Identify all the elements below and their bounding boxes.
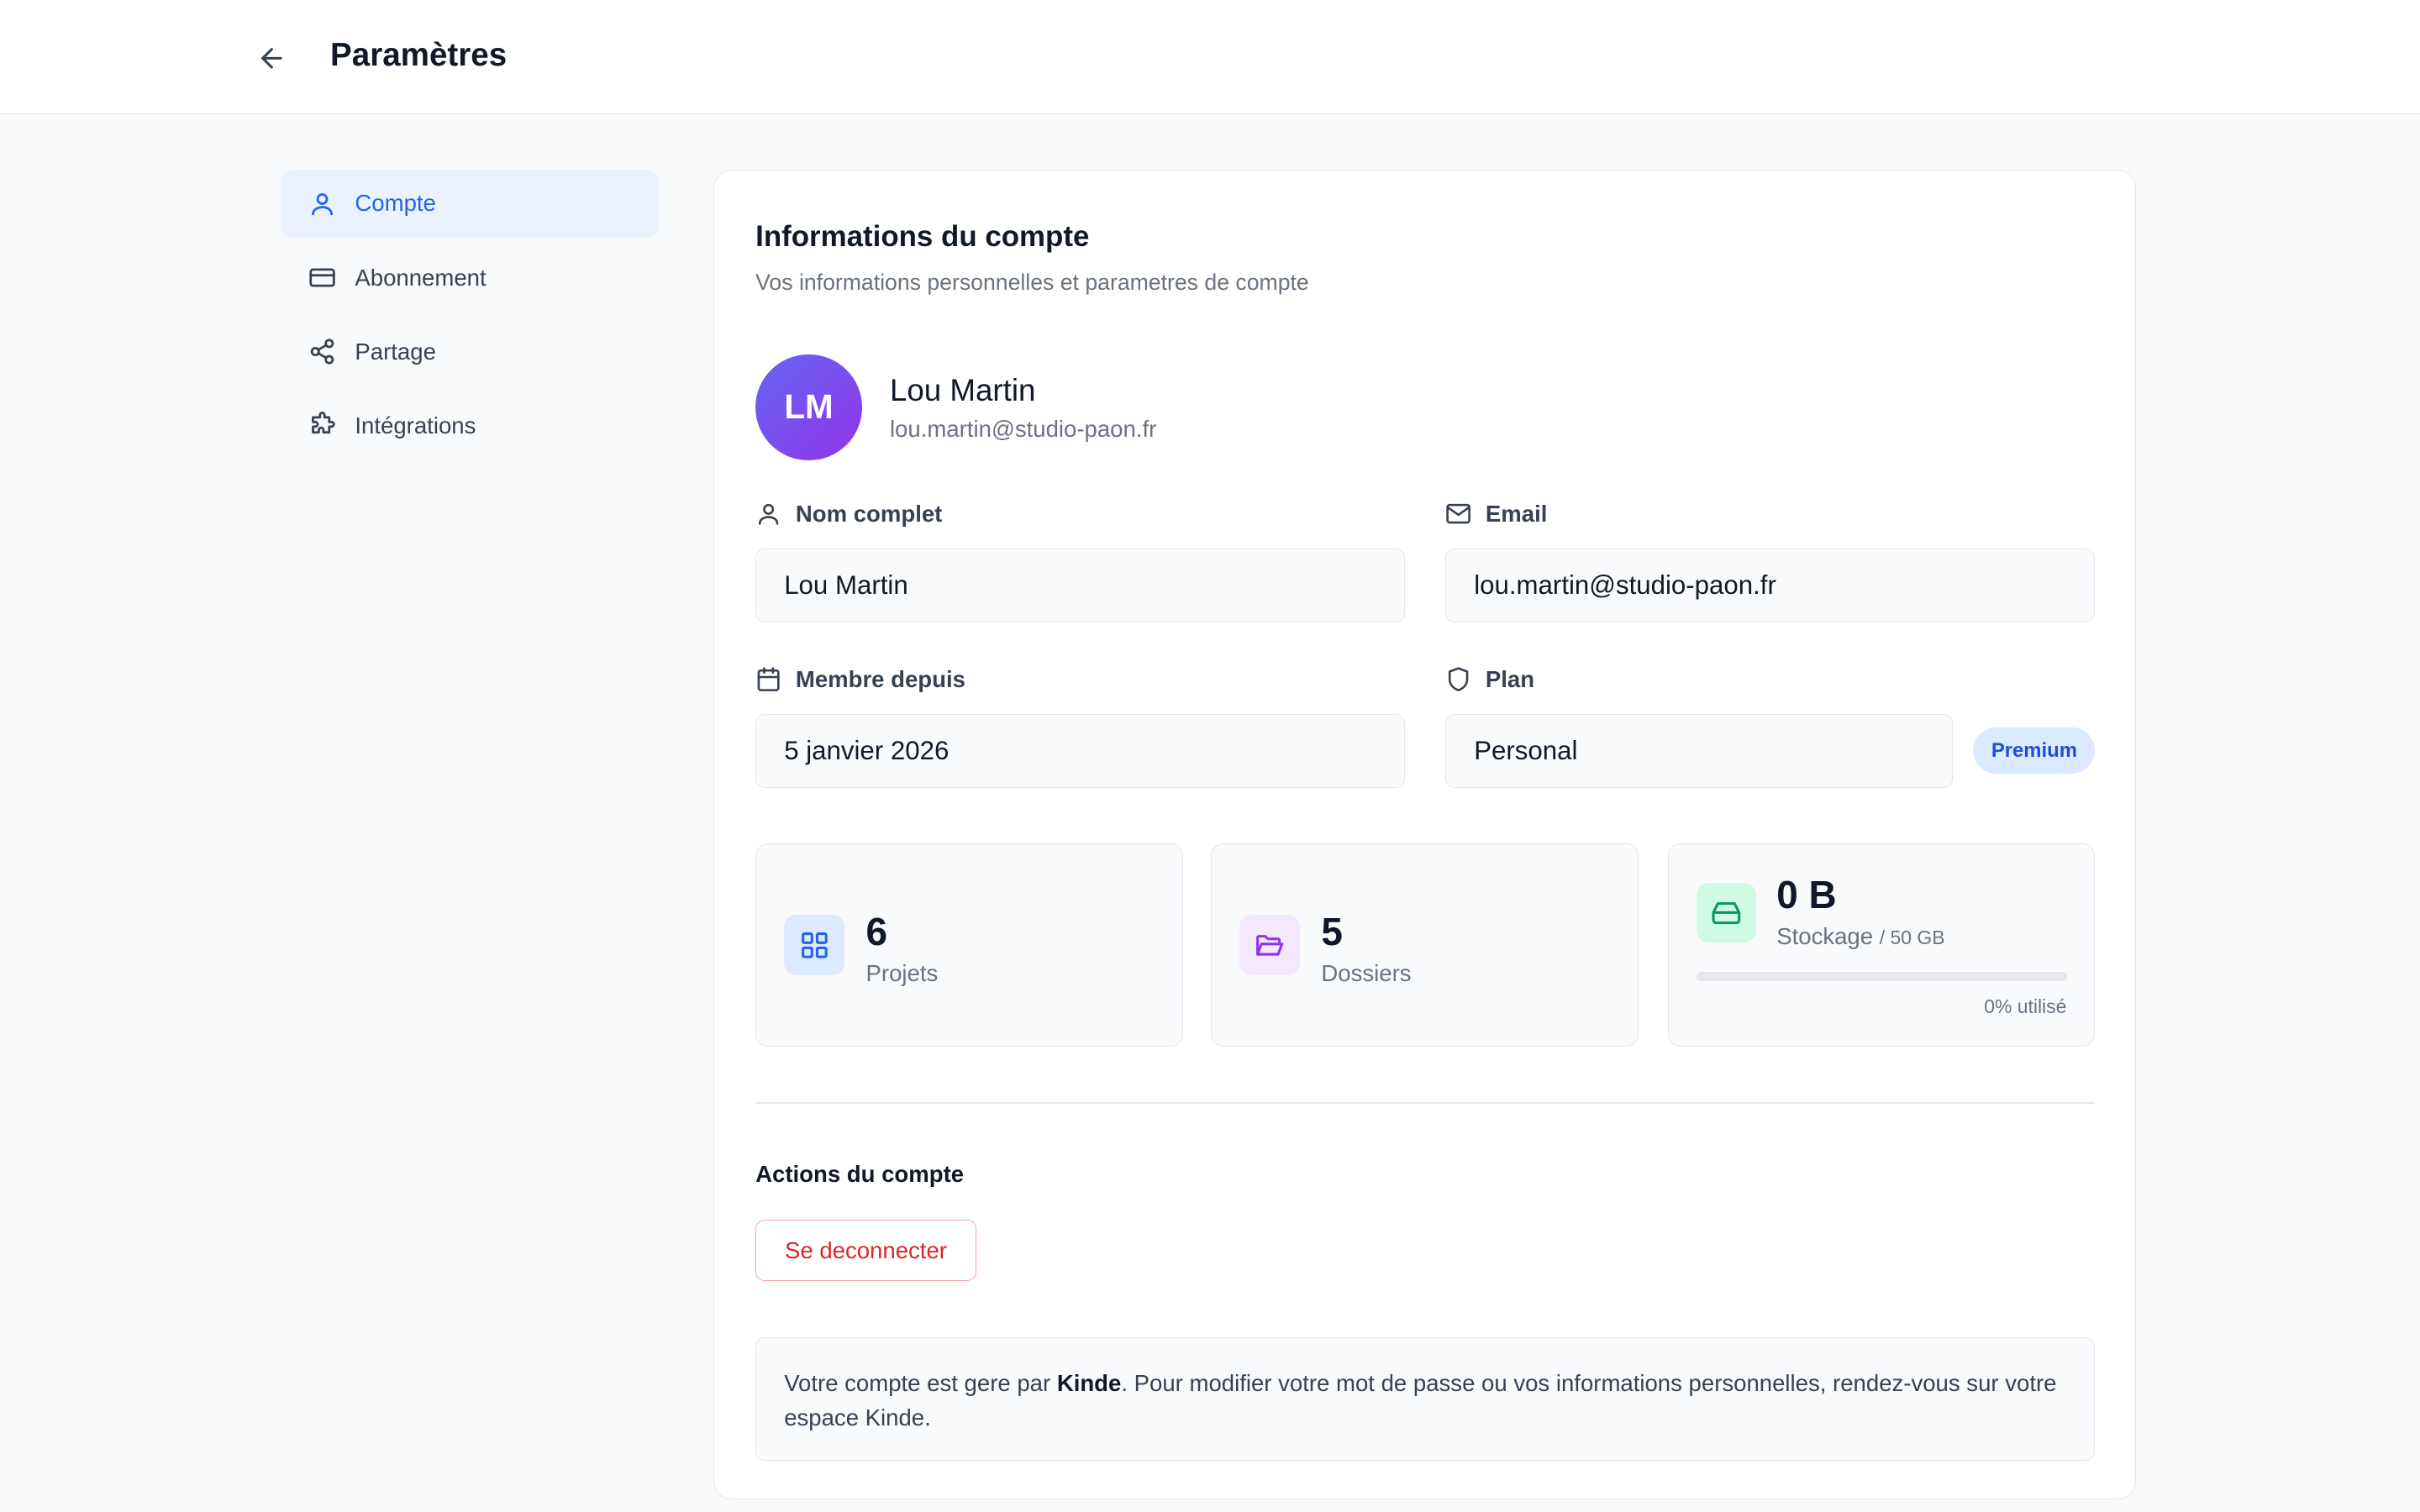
full-name-field[interactable]: Lou Martin xyxy=(755,549,1406,623)
folders-label: Dossiers xyxy=(1321,959,1412,986)
user-email: lou.martin@studio-paon.fr xyxy=(889,416,1157,443)
sidebar-item-label: Abonnement xyxy=(355,264,487,291)
storage-total: / 50 GB xyxy=(1879,926,1945,948)
email-field[interactable]: lou.martin@studio-paon.fr xyxy=(1445,549,2096,623)
credit-card-icon xyxy=(308,264,336,291)
hard-drive-icon xyxy=(1696,882,1757,943)
member-since-field[interactable]: 5 janvier 2026 xyxy=(755,713,1406,788)
page-title: Paramètres xyxy=(330,37,508,74)
kinde-info-note: Votre compte est gere par Kinde. Pour mo… xyxy=(755,1336,2096,1461)
sidebar-item-label: Intégrations xyxy=(355,412,476,438)
note-prefix: Votre compte est gere par xyxy=(784,1370,1057,1397)
folders-stat-card: 5 Dossiers xyxy=(1210,843,1639,1047)
sidebar-item-abonnement[interactable]: Abonnement xyxy=(281,244,659,312)
plan-label-text: Plan xyxy=(1485,665,1535,692)
member-since-label: Membre depuis xyxy=(755,666,965,693)
plan-badge: Premium xyxy=(1973,727,2096,774)
back-button[interactable] xyxy=(247,34,297,83)
arrow-left-icon xyxy=(261,48,282,70)
grid-icon xyxy=(784,915,844,975)
sidebar-item-integrations[interactable]: Intégrations xyxy=(281,392,659,460)
user-name: Lou Martin xyxy=(889,372,1036,407)
storage-percent: 0% utilisé xyxy=(1984,995,2067,1017)
storage-label: Stockage / 50 GB xyxy=(1776,923,1944,950)
member-label-text: Membre depuis xyxy=(795,665,965,692)
section-title: Informations du compte xyxy=(755,219,1090,253)
email-label: Email xyxy=(1445,501,1547,528)
section-subtitle: Vos informations personnelles et paramet… xyxy=(755,269,1309,295)
projects-label: Projets xyxy=(865,959,939,986)
folder-open-icon xyxy=(1239,915,1300,975)
shield-icon xyxy=(1445,666,1471,692)
sidebar-item-partage[interactable]: Partage xyxy=(281,318,659,386)
puzzle-icon xyxy=(308,412,336,439)
email-label-text: Email xyxy=(1485,501,1548,528)
storage-progress-bar xyxy=(1696,972,2067,982)
sidebar-item-compte[interactable]: Compte xyxy=(281,170,660,238)
note-provider: Kinde xyxy=(1056,1370,1122,1397)
top-bar: Paramètres xyxy=(0,0,2420,114)
name-label: Nom complet xyxy=(755,501,942,528)
logout-button[interactable]: Se deconnecter xyxy=(755,1220,976,1282)
share-icon xyxy=(308,338,336,365)
divider xyxy=(755,1102,2096,1105)
account-card: Informations du compte Vos informations … xyxy=(713,170,2137,1500)
projects-count: 6 xyxy=(865,909,888,953)
plan-field[interactable]: Personal xyxy=(1445,713,1954,788)
user-icon xyxy=(755,501,781,527)
storage-label-text: Stockage xyxy=(1776,922,1874,949)
settings-sidebar: Compte Abonnement Partage Intégrations xyxy=(281,170,660,466)
actions-title: Actions du compte xyxy=(755,1161,965,1188)
folders-count: 5 xyxy=(1321,909,1343,953)
calendar-icon xyxy=(755,666,781,692)
storage-used: 0 B xyxy=(1776,872,1837,916)
plan-label: Plan xyxy=(1445,666,1534,693)
sidebar-item-label: Partage xyxy=(355,338,436,365)
mail-icon xyxy=(1445,501,1471,527)
name-label-text: Nom complet xyxy=(795,501,943,528)
avatar: LM xyxy=(755,354,862,461)
projects-stat-card: 6 Projets xyxy=(755,843,1183,1047)
sidebar-item-label: Compte xyxy=(355,190,436,217)
storage-stat-card: 0 B Stockage / 50 GB 0% utilisé xyxy=(1667,843,2096,1047)
user-icon xyxy=(308,190,336,218)
